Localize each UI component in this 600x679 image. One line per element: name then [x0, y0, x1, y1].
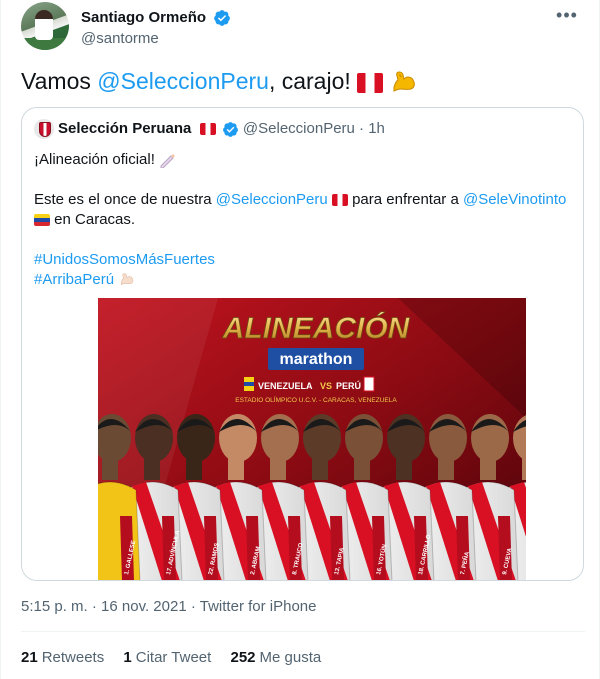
author-block: Santiago Ormeño @santorme: [81, 8, 231, 49]
quoted-line-2-prefix: Este es el once de nuestra: [34, 191, 216, 208]
verified-badge-icon: [222, 121, 238, 137]
writing-hand-icon: [160, 154, 176, 169]
more-horizontal-icon[interactable]: •••: [555, 6, 579, 28]
quoted-media-image[interactable]: ALINEACIÓN marathon VENEZUELA VS PERÚ ES…: [98, 298, 526, 580]
tweet-text-prefix: Vamos: [21, 68, 98, 94]
peru-flag-icon: [331, 194, 348, 207]
quoted-line-2: Este es el once de nuestra @SeleccionPer…: [34, 190, 574, 210]
tweet-card: Santiago Ormeño @santorme ••• Vamos @Sel…: [0, 0, 600, 679]
tweet-date[interactable]: 16 nov. 2021: [101, 598, 187, 615]
quoted-handle[interactable]: @SeleccionPeru: [243, 120, 355, 137]
flexed-biceps-icon: [393, 71, 415, 92]
quoted-line-1: ¡Alineación oficial!: [34, 150, 574, 170]
quoted-header: Selección Peruana @SeleccionPeru · 1h: [34, 119, 385, 140]
quoted-time[interactable]: 1h: [368, 120, 385, 137]
meta-dot: ·: [190, 598, 196, 615]
away-team: PERÚ: [336, 380, 361, 391]
venue-label: ESTADIO OLÍMPICO U.C.V. - CARACAS, VENEZ…: [235, 395, 397, 404]
author-handle[interactable]: @santorme: [81, 29, 231, 49]
quoted-line-1-text: ¡Alineación oficial!: [34, 151, 160, 168]
quoted-body: ¡Alineación oficial! Este es el once de …: [34, 150, 574, 290]
peru-crest-icon: [363, 376, 375, 392]
author-display-name[interactable]: Santiago Ormeño: [81, 8, 206, 28]
tweet-mention-link[interactable]: @SeleccionPeru: [97, 68, 269, 94]
sponsor-name: marathon: [280, 351, 353, 368]
avatar-figure: [35, 10, 53, 40]
hashtag-link-1[interactable]: #UnidosSomosMásFuertes: [34, 251, 215, 268]
venezuela-flag-icon: [34, 214, 50, 227]
quoted-mention-link-2[interactable]: @SeleVinotinto: [463, 191, 566, 208]
retweets-label: Retweets: [41, 649, 105, 666]
lineup-graphic: ALINEACIÓN marathon VENEZUELA VS PERÚ ES…: [98, 298, 526, 580]
tweet-client[interactable]: Twitter for iPhone: [200, 598, 317, 615]
peru-flag-icon: [357, 72, 384, 93]
quoted-display-name[interactable]: Selección Peruana: [58, 120, 191, 137]
retweets-count: 21: [21, 649, 38, 666]
quoted-avatar[interactable]: [34, 119, 54, 140]
quote-tweets-stat[interactable]: 1 Citar Tweet: [123, 648, 211, 668]
home-team: VENEZUELA: [258, 381, 313, 391]
quoted-line-3: en Caracas.: [34, 210, 574, 230]
likes-label: Me gusta: [259, 649, 322, 666]
meta-dot: ·: [91, 598, 97, 615]
quoted-line-3-text: en Caracas.: [50, 211, 136, 228]
tweet-time[interactable]: 5:15 p. m.: [21, 598, 88, 615]
tweet-meta: 5:15 p. m. · 16 nov. 2021 · Twitter for …: [21, 597, 316, 617]
quoted-tweet[interactable]: Selección Peruana @SeleccionPeru · 1h ¡A…: [21, 107, 584, 581]
quoted-mention-link[interactable]: @SeleccionPeru: [216, 191, 328, 208]
flexed-biceps-icon: [121, 273, 134, 286]
tweet-text-suffix: , carajo!: [268, 68, 358, 94]
tweet-text: Vamos @SeleccionPeru, carajo!: [21, 66, 418, 97]
verified-badge-icon: [214, 10, 231, 26]
quoted-line-2-middle: para enfrentar a: [347, 191, 463, 208]
tweet-header: Santiago Ormeño @santorme •••: [21, 2, 585, 54]
avatar[interactable]: [21, 2, 69, 50]
quotes-count: 1: [123, 649, 132, 666]
divider: [21, 631, 585, 632]
retweets-stat[interactable]: 21 Retweets: [21, 648, 104, 668]
likes-stat[interactable]: 252 Me gusta: [231, 648, 322, 668]
likes-count: 252: [230, 649, 256, 666]
quotes-label: Citar Tweet: [135, 649, 212, 666]
versus-label: VS: [320, 381, 332, 391]
peru-flag-icon: [199, 123, 216, 136]
hashtag-link-2[interactable]: #ArribaPerú: [34, 271, 114, 288]
tweet-stats: 21 Retweets 1 Citar Tweet 252 Me gusta: [21, 648, 336, 668]
quoted-separator: ·: [359, 120, 365, 138]
lineup-title: ALINEACIÓN: [222, 311, 411, 345]
players-row: 8. LAPADULA9. CUEVA7. PEÑA18. CARRILLO16…: [98, 414, 526, 580]
